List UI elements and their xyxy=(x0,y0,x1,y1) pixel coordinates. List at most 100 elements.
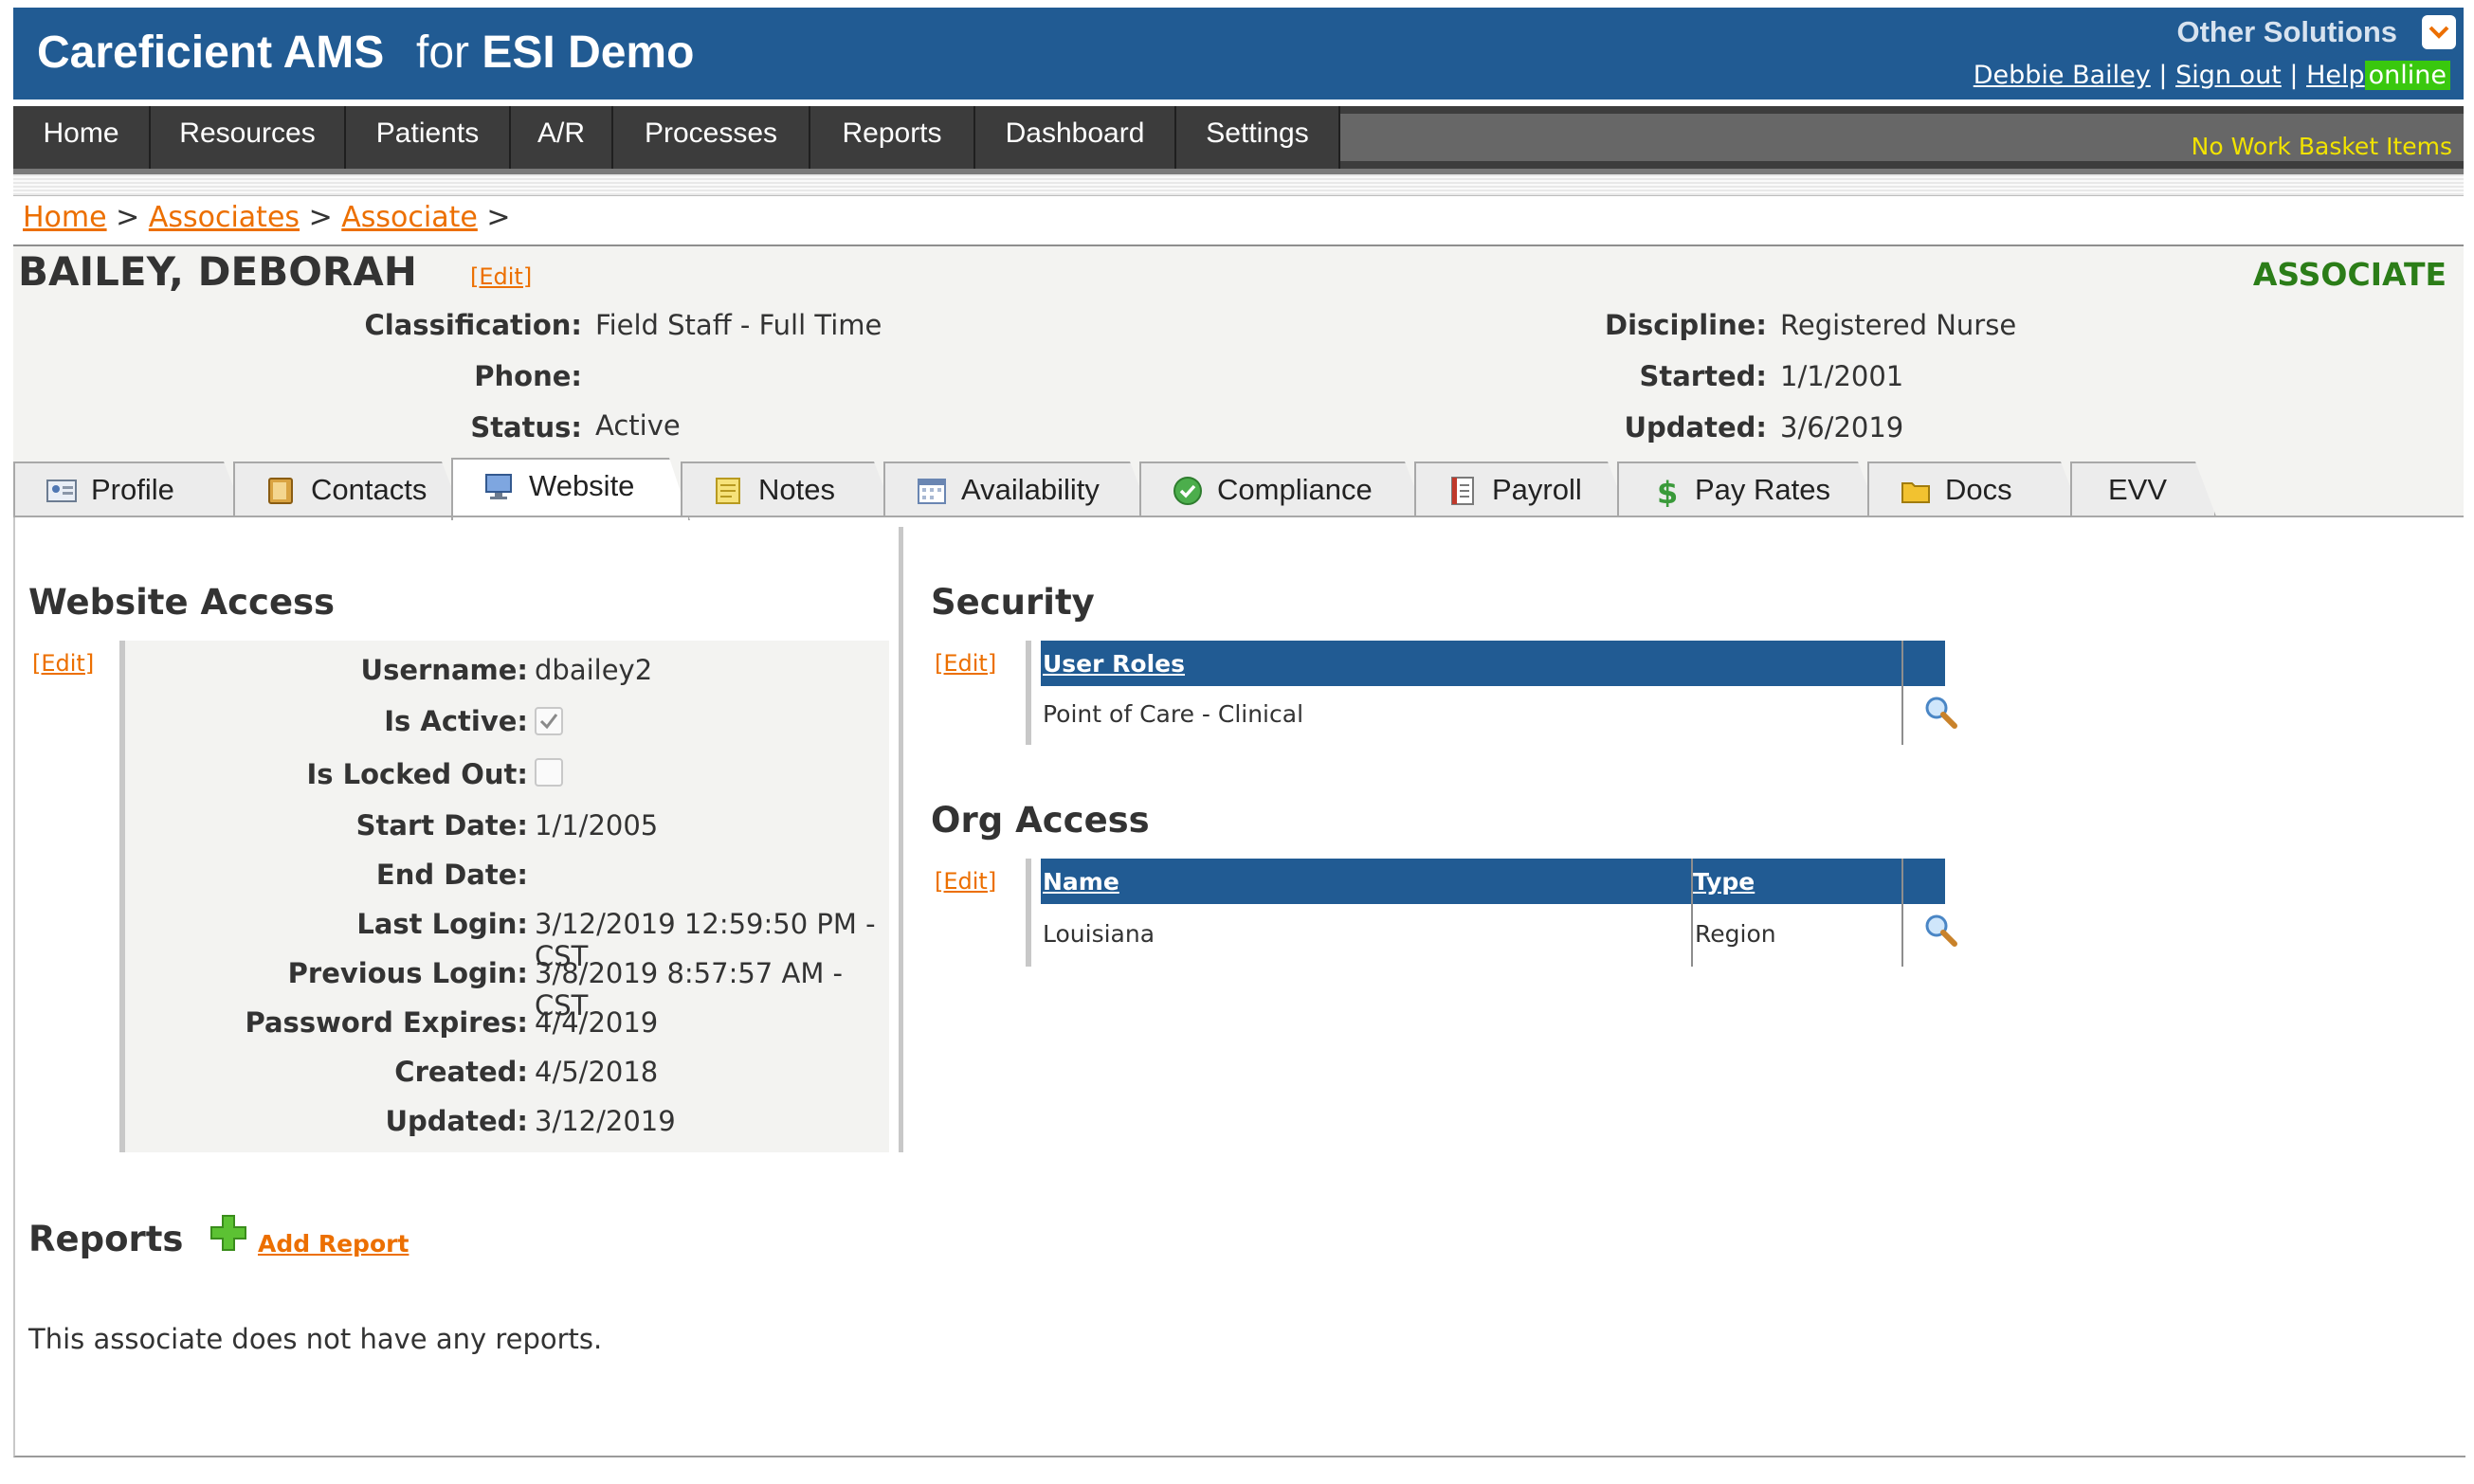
tab-profile[interactable]: Profile xyxy=(13,461,245,516)
nav-ar[interactable]: A/R xyxy=(511,106,613,169)
started-value: 1/1/2001 xyxy=(1780,360,1904,392)
security-edit-link[interactable]: [Edit] xyxy=(935,650,996,677)
dollar-icon: $ xyxy=(1649,475,1682,507)
help-link[interactable]: Help xyxy=(2306,61,2365,90)
org-access-title: Org Access xyxy=(931,800,1150,841)
org-access-header: Name Type xyxy=(1041,859,1945,904)
type-column-header[interactable]: Type xyxy=(1693,868,1755,896)
app-title: Careficient AMS xyxy=(37,27,385,78)
folder-icon xyxy=(1900,475,1932,507)
website-access-title: Website Access xyxy=(28,582,336,623)
work-basket-status[interactable]: No Work Basket Items xyxy=(2192,133,2452,160)
discipline-label: Discipline: xyxy=(1605,309,1767,341)
username-label: Username: xyxy=(360,654,528,686)
updated-label: Updated: xyxy=(1624,411,1767,443)
tab-label: Profile xyxy=(91,473,174,506)
nav-processes[interactable]: Processes xyxy=(613,106,810,169)
tab-contacts[interactable]: Contacts xyxy=(233,461,463,516)
org-name-cell: Louisiana xyxy=(1043,920,1155,948)
payroll-document-icon xyxy=(1446,475,1479,507)
start-date-label: Start Date: xyxy=(355,809,528,842)
nav-patients[interactable]: Patients xyxy=(346,106,511,169)
tab-label: Contacts xyxy=(311,473,427,506)
notes-icon xyxy=(713,475,745,507)
tab-compliance[interactable]: Compliance xyxy=(1139,461,1426,516)
tab-label: EVV xyxy=(2108,473,2168,506)
main-nav: Home Resources Patients A/R Processes Re… xyxy=(13,106,2464,174)
other-solutions-label[interactable]: Other Solutions xyxy=(2177,15,2398,49)
start-date-value: 1/1/2005 xyxy=(535,809,659,842)
chevron-down-icon xyxy=(2429,26,2449,39)
is-active-label: Is Active: xyxy=(384,705,528,737)
associate-type-label: ASSOCIATE xyxy=(2252,256,2447,293)
nav-home[interactable]: Home xyxy=(13,106,151,169)
tab-docs[interactable]: Docs xyxy=(1867,461,2082,516)
other-solutions-dropdown-button[interactable] xyxy=(2422,15,2456,49)
user-roles-header: User Roles xyxy=(1041,641,1945,686)
grid-column-line xyxy=(1901,859,1903,967)
breadcrumb-home[interactable]: Home xyxy=(23,201,107,234)
work-basket-bar: No Work Basket Items xyxy=(1340,114,2464,161)
updated-label: Updated: xyxy=(385,1105,528,1137)
breadcrumb-separator: > xyxy=(308,201,333,234)
classification-label: Classification: xyxy=(364,309,582,341)
associate-edit-link[interactable]: [Edit] xyxy=(470,263,532,290)
tab-website[interactable]: Website xyxy=(451,458,690,520)
separator: | xyxy=(2158,61,2168,90)
created-value: 4/5/2018 xyxy=(535,1056,659,1088)
password-expires-label: Password Expires: xyxy=(245,1006,528,1039)
tab-availability[interactable]: Availability xyxy=(883,461,1151,516)
breadcrumb-separator: > xyxy=(486,201,511,234)
add-plus-icon[interactable] xyxy=(209,1214,247,1252)
org-access-edit-link[interactable]: [Edit] xyxy=(935,868,996,895)
tab-payroll[interactable]: Payroll xyxy=(1414,461,1628,516)
created-label: Created: xyxy=(394,1056,528,1088)
user-name-link[interactable]: Debbie Bailey xyxy=(1974,61,2151,90)
started-label: Started: xyxy=(1639,360,1767,392)
column-divider xyxy=(899,527,903,1152)
website-access-details: Username: dbailey2 Is Active: Is Locked … xyxy=(119,641,889,1152)
website-tab-content: Website Access [Edit] Username: dbailey2… xyxy=(13,517,2465,1457)
previous-login-label: Previous Login: xyxy=(287,957,528,989)
nav-reports[interactable]: Reports xyxy=(810,106,975,169)
nav-dashboard[interactable]: Dashboard xyxy=(975,106,1176,169)
last-login-label: Last Login: xyxy=(356,908,528,940)
app-subtitle: for ESI Demo xyxy=(416,27,694,79)
magnifier-icon[interactable] xyxy=(1922,912,1960,950)
tab-pay-rates[interactable]: $ Pay Rates xyxy=(1617,461,1879,516)
grid-column-line xyxy=(1901,641,1903,745)
nav-divider-strip xyxy=(13,174,2464,196)
magnifier-icon[interactable] xyxy=(1922,694,1960,732)
associate-tabs: Profile Contacts Website Notes Availabil… xyxy=(13,458,2464,516)
user-links: Debbie Bailey | Sign out | Help online xyxy=(1974,61,2450,90)
user-roles-column-header[interactable]: User Roles xyxy=(1043,650,1185,678)
name-column-header[interactable]: Name xyxy=(1043,868,1119,896)
tab-label: Payroll xyxy=(1492,473,1582,506)
classification-value: Field Staff - Full Time xyxy=(595,309,882,341)
tab-label: Notes xyxy=(758,473,835,506)
tab-label: Compliance xyxy=(1217,473,1373,506)
contacts-book-icon xyxy=(265,475,298,507)
tab-label: Availability xyxy=(961,473,1100,506)
calendar-icon xyxy=(916,475,948,507)
website-access-edit-link[interactable]: [Edit] xyxy=(32,650,94,677)
add-report-link[interactable]: Add Report xyxy=(258,1230,409,1258)
password-expires-value: 4/4/2019 xyxy=(535,1006,659,1039)
nav-settings[interactable]: Settings xyxy=(1176,106,1340,169)
sign-out-link[interactable]: Sign out xyxy=(2175,61,2282,90)
no-reports-message: This associate does not have any reports… xyxy=(28,1323,603,1355)
discipline-value: Registered Nurse xyxy=(1780,309,2017,341)
tab-evv[interactable]: EVV xyxy=(2070,461,2216,516)
nav-resources[interactable]: Resources xyxy=(151,106,346,169)
grid-left-bar xyxy=(1026,859,1031,967)
updated-value: 3/6/2019 xyxy=(1780,411,1904,443)
username-value: dbailey2 xyxy=(535,654,653,686)
tab-notes[interactable]: Notes xyxy=(681,461,895,516)
associate-name: BAILEY, DEBORAH xyxy=(18,248,417,295)
end-date-label: End Date: xyxy=(375,859,528,891)
separator: | xyxy=(2289,61,2299,90)
breadcrumb-associates[interactable]: Associates xyxy=(149,201,300,234)
breadcrumb-associate[interactable]: Associate xyxy=(341,201,478,234)
updated-value: 3/12/2019 xyxy=(535,1105,676,1137)
reports-title: Reports xyxy=(28,1219,184,1259)
